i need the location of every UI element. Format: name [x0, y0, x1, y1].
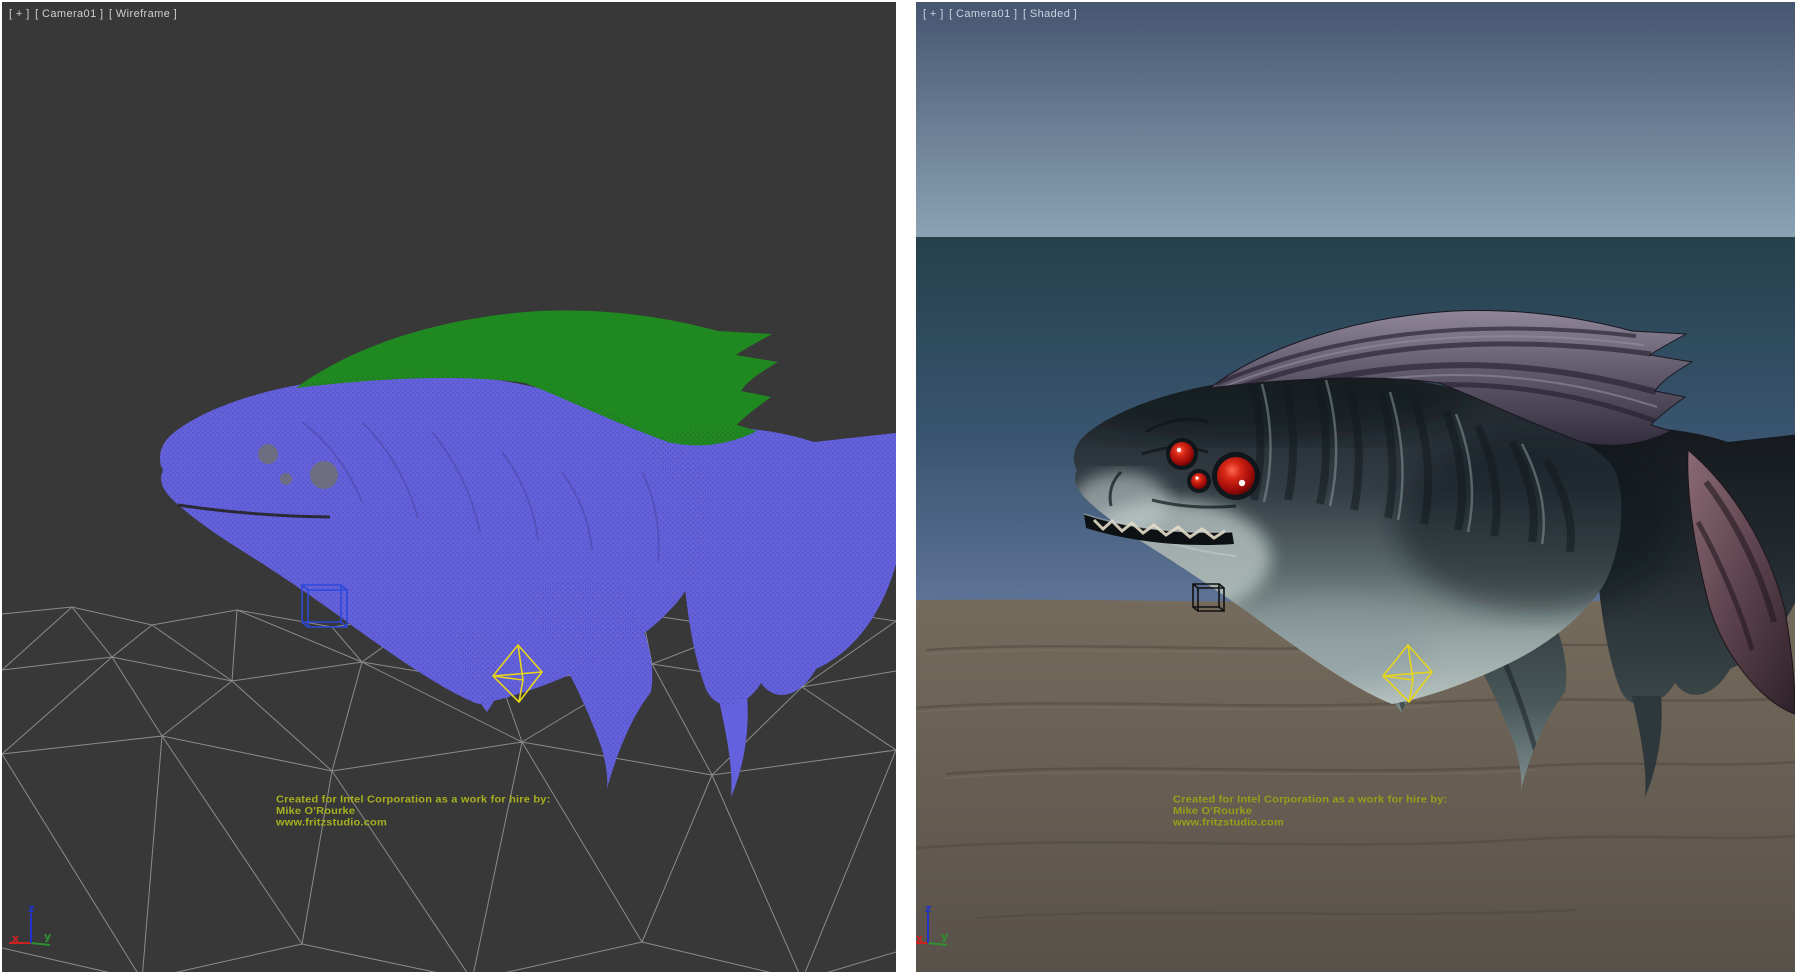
axis-z-label: z: [28, 902, 34, 915]
viewport-area: x y z [ + ] [ Camera01 ] [ Wireframe ] C…: [0, 0, 1800, 978]
viewport-menu-camera[interactable]: [ Camera01 ]: [35, 8, 103, 20]
viewport-menu-general[interactable]: [ + ]: [923, 8, 944, 20]
viewport-left-wireframe[interactable]: x y z [ + ] [ Camera01 ] [ Wireframe ] C…: [2, 2, 896, 972]
credits-line: Mike O'Rourke: [1173, 805, 1447, 817]
credits-text: Created for Intel Corporation as a work …: [1173, 794, 1447, 829]
world-axis-tripod: x y z: [9, 902, 51, 945]
credits-line: Mike O'Rourke: [276, 805, 550, 817]
viewport-menu-shading[interactable]: [ Wireframe ]: [109, 8, 177, 20]
axis-y-label: y: [941, 930, 948, 943]
viewport-right-shaded[interactable]: x y z [ + ] [ Camera01 ] [ Shaded ] Crea…: [916, 2, 1795, 972]
viewport-menu-shading[interactable]: [ Shaded ]: [1023, 8, 1077, 20]
credits-text: Created for Intel Corporation as a work …: [276, 794, 550, 829]
axis-z-label: z: [925, 902, 931, 915]
credits-line: Created for Intel Corporation as a work …: [276, 794, 550, 806]
axis-x-label: x: [916, 932, 923, 945]
viewport-label-left: [ + ] [ Camera01 ] [ Wireframe ]: [9, 8, 179, 20]
sky-background: [916, 2, 1795, 238]
viewport-splitter[interactable]: [896, 2, 916, 972]
axis-y-label: y: [44, 930, 51, 943]
viewport-label-right: [ + ] [ Camera01 ] [ Shaded ]: [923, 8, 1079, 20]
credits-line: www.fritzstudio.com: [276, 817, 550, 829]
fish-model-wireframe[interactable]: [160, 310, 896, 797]
credits-line: www.fritzstudio.com: [1173, 817, 1447, 829]
axis-x-label: x: [12, 932, 19, 945]
viewport-menu-camera[interactable]: [ Camera01 ]: [949, 8, 1017, 20]
viewport-menu-general[interactable]: [ + ]: [9, 8, 30, 20]
credits-line: Created for Intel Corporation as a work …: [1173, 794, 1447, 806]
